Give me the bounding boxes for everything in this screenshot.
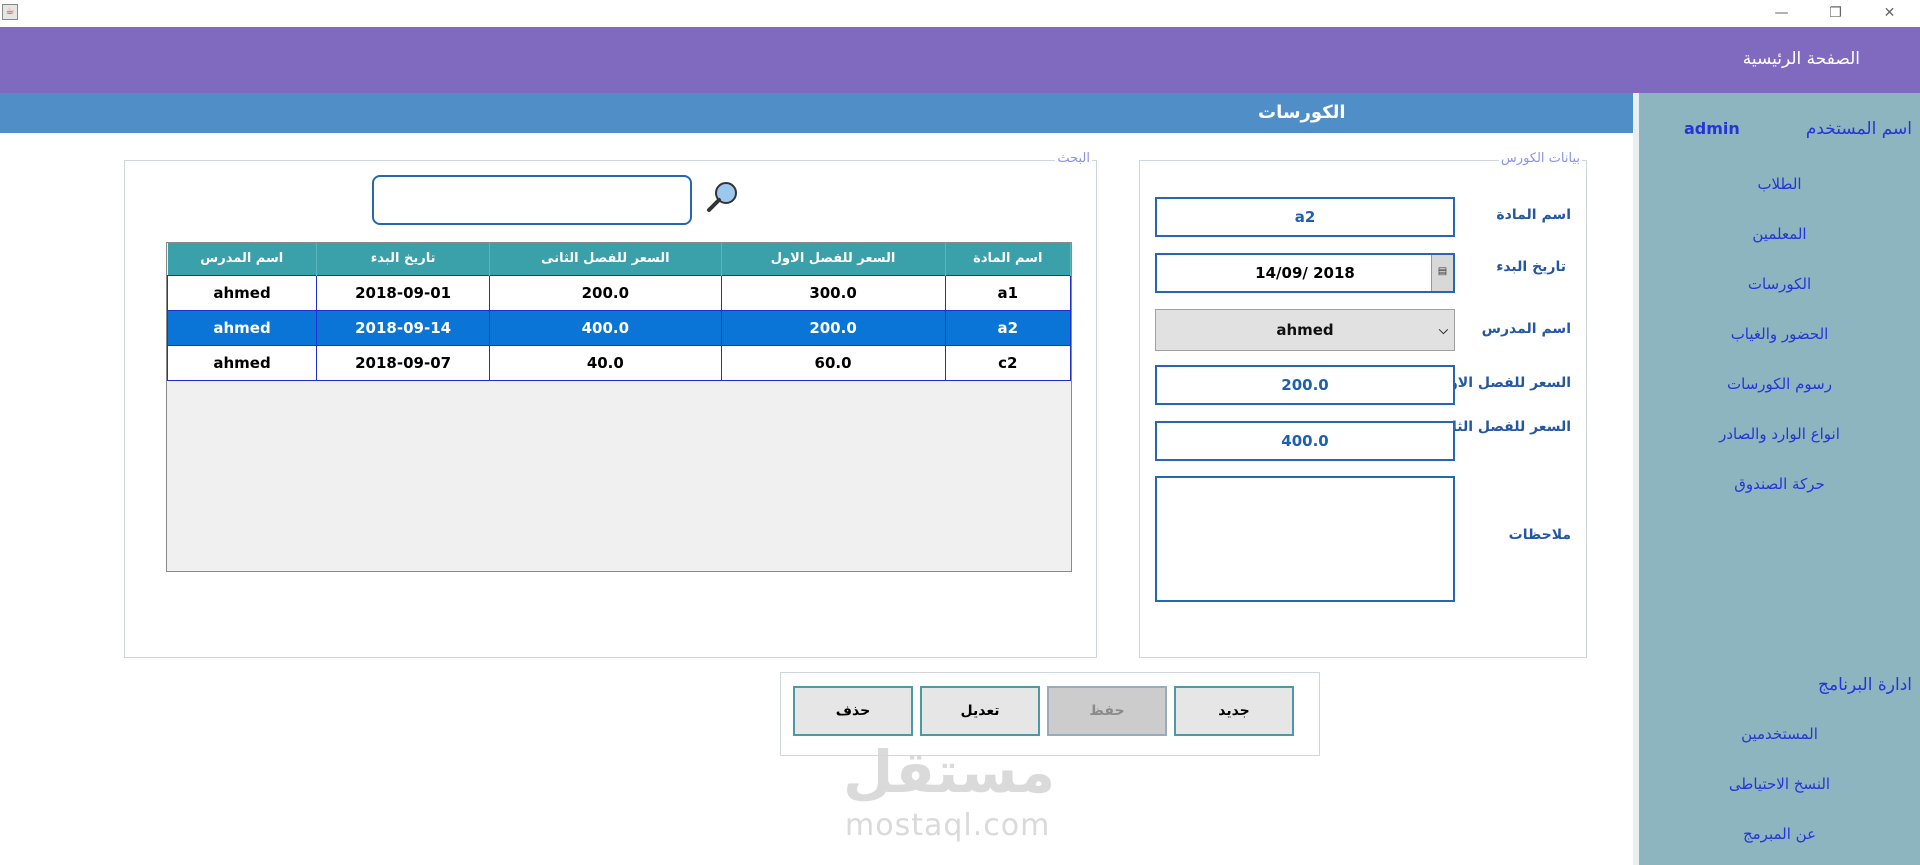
cell-subject: a2 xyxy=(944,309,1072,346)
sidebar-item-users[interactable]: المستخدمين xyxy=(1639,725,1920,743)
start-date-value: 14/09/ 2018 xyxy=(1255,264,1355,282)
cell-price-second: 40.0 xyxy=(489,344,722,381)
col-subject[interactable]: اسم المادة xyxy=(945,243,1072,275)
edit-button[interactable]: تعديل xyxy=(920,686,1040,736)
user-name: admin xyxy=(1684,119,1740,138)
cell-start-date: 2018-09-14 xyxy=(316,309,491,346)
table-row[interactable]: c2 60.0 40.0 2018-09-07 ahmed xyxy=(166,344,1072,381)
start-date-label: تاريخ البدء xyxy=(1496,259,1566,275)
courses-table: اسم المادة السعر للفصل الاول السعر للفصل… xyxy=(166,242,1072,572)
cell-price-second: 400.0 xyxy=(489,309,722,346)
table-row[interactable]: a1 300.0 200.0 2018-09-01 ahmed xyxy=(166,274,1072,311)
price-first-term-field[interactable]: 200.0 xyxy=(1155,365,1455,405)
cell-teacher: ahmed xyxy=(166,274,318,311)
home-link[interactable]: الصفحة الرئيسية xyxy=(1743,49,1860,69)
course-form-panel: بيانات الكورس اسم المادة a2 تاريخ البدء … xyxy=(1139,151,1587,658)
current-user: اسم المستخدم admin xyxy=(1639,119,1920,143)
cell-subject: a1 xyxy=(944,274,1072,311)
cell-teacher: ahmed xyxy=(166,344,318,381)
new-button[interactable]: جديد xyxy=(1174,686,1294,736)
price-second-term-field[interactable]: 400.0 xyxy=(1155,421,1455,461)
cell-subject: c2 xyxy=(944,344,1072,381)
table-header-row: اسم المادة السعر للفصل الاول السعر للفصل… xyxy=(167,243,1072,275)
restore-button[interactable]: ❐ xyxy=(1808,0,1863,27)
sidebar-item-teachers[interactable]: المعلمين xyxy=(1639,225,1920,243)
app-header: الصفحة الرئيسية xyxy=(0,27,1920,93)
admin-section-title: ادارة البرنامج xyxy=(1818,675,1912,695)
course-form-legend: بيانات الكورس xyxy=(1498,151,1582,166)
save-button[interactable]: حفظ xyxy=(1047,686,1167,736)
table-row-selected[interactable]: a2 200.0 400.0 2018-09-14 ahmed xyxy=(166,309,1072,346)
minimize-button[interactable]: — xyxy=(1754,0,1809,27)
title-bar: ☕ — ❐ ✕ xyxy=(0,0,1920,27)
teacher-label: اسم المدرس xyxy=(1481,321,1571,337)
cell-teacher: ahmed xyxy=(166,309,318,346)
sidebar-item-cash-movement[interactable]: حركة الصندوق xyxy=(1639,475,1920,493)
calendar-icon[interactable]: ▤ xyxy=(1431,255,1453,291)
col-price-first[interactable]: السعر للفصل الاول xyxy=(721,243,946,275)
cell-start-date: 2018-09-01 xyxy=(316,274,491,311)
sidebar-item-income-types[interactable]: انواع الوارد والصادر xyxy=(1639,425,1920,443)
cell-price-second: 200.0 xyxy=(489,274,722,311)
sidebar: اسم المستخدم admin الطلاب المعلمين الكور… xyxy=(1633,93,1920,865)
teacher-value: ahmed xyxy=(1276,321,1334,339)
cell-price-first: 300.0 xyxy=(720,274,946,311)
teacher-select[interactable]: ahmed ⌵ xyxy=(1155,309,1455,351)
watermark-english: mostaql.com xyxy=(845,808,1051,843)
sidebar-item-students[interactable]: الطلاب xyxy=(1639,175,1920,193)
subject-field[interactable]: a2 xyxy=(1155,197,1455,237)
user-label: اسم المستخدم xyxy=(1805,119,1912,139)
cell-start-date: 2018-09-07 xyxy=(316,344,491,381)
java-app-icon: ☕ xyxy=(2,4,18,20)
search-input[interactable] xyxy=(372,175,692,225)
cell-price-first: 60.0 xyxy=(720,344,946,381)
search-legend: البحث xyxy=(1055,151,1092,166)
col-start-date[interactable]: تاريخ البدء xyxy=(316,243,491,275)
notes-field[interactable] xyxy=(1155,476,1455,602)
action-buttons-panel: حذف تعديل حفظ جديد xyxy=(780,672,1320,756)
sidebar-item-course-fees[interactable]: رسوم الكورسات xyxy=(1639,375,1920,393)
col-teacher[interactable]: اسم المدرس xyxy=(167,243,318,275)
col-price-second[interactable]: السعر للفصل الثانى xyxy=(489,243,722,275)
notes-label: ملاحظات xyxy=(1508,527,1571,543)
close-button[interactable]: ✕ xyxy=(1862,0,1917,27)
app-window: ☕ — ❐ ✕ الصفحة الرئيسية الكورسات اسم الم… xyxy=(0,0,1920,865)
page-banner: الكورسات xyxy=(0,93,1633,133)
start-date-field[interactable]: 14/09/ 2018 ▤ xyxy=(1155,253,1455,293)
sidebar-item-courses[interactable]: الكورسات xyxy=(1639,275,1920,293)
subject-label: اسم المادة xyxy=(1496,207,1571,223)
sidebar-item-backup[interactable]: النسخ الاحتياطى xyxy=(1639,775,1920,793)
courses-grid: اسم المادة السعر للفصل الاول السعر للفصل… xyxy=(166,243,1072,381)
cell-price-first: 200.0 xyxy=(720,309,946,346)
page-title: الكورسات xyxy=(1258,102,1346,123)
chevron-down-icon: ⌵ xyxy=(1438,323,1448,337)
sidebar-item-about[interactable]: عن المبرمج xyxy=(1639,825,1920,843)
search-icon[interactable] xyxy=(705,179,741,215)
sidebar-item-attendance[interactable]: الحضور والغياب xyxy=(1639,325,1920,343)
delete-button[interactable]: حذف xyxy=(793,686,913,736)
